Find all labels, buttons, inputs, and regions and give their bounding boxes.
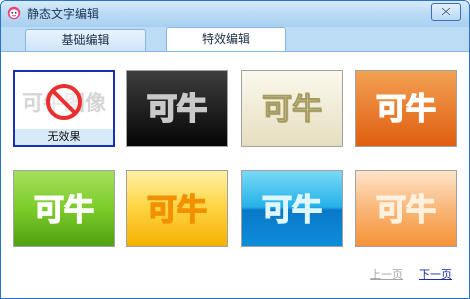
effect-thumb-orange-red[interactable]: 可牛 [355,70,457,147]
effect-thumb-yellow[interactable]: 可牛 [126,170,228,247]
green-preview: 可牛 [33,192,95,229]
effect-thumb-black[interactable]: 可牛 [126,70,228,147]
close-button[interactable] [431,3,461,21]
close-icon [441,7,451,16]
prev-page-link[interactable]: 上一页 [370,266,403,282]
effect-thumb-green[interactable]: 可牛 [13,170,115,247]
cream-preview-text: 可牛 [262,92,322,127]
prohibited-icon [46,84,82,120]
title-bar[interactable]: 静态文字编辑 [1,1,469,27]
tab-basic-edit[interactable]: 基础编辑 [25,29,146,51]
orange-red-preview: 可牛 [375,91,437,128]
dialog-window: 静态文字编辑 基础编辑 特效编辑 可牛图像 无效果 可牛 [0,0,470,299]
orange-red-preview-text: 可牛 [376,92,436,127]
next-page-link[interactable]: 下一页 [419,266,452,282]
peach-preview-text: 可牛 [376,193,436,228]
aqua-blue-preview: 可牛 [261,192,323,229]
yellow-preview-text: 可牛 [147,193,207,228]
cream-preview: 可牛 可牛 [262,92,324,129]
black-preview-text: 可牛 [147,92,207,127]
effect-thumb-aqua-blue[interactable]: 可牛 [241,170,343,247]
effects-panel: 可牛图像 无效果 可牛 可牛 可牛 可牛 [1,51,469,298]
no-effect-label: 无效果 [15,129,113,145]
app-logo-icon [7,6,21,20]
window-title: 静态文字编辑 [27,7,100,21]
effect-thumb-no-effect[interactable]: 可牛图像 无效果 [13,70,115,147]
tab-strip: 基础编辑 特效编辑 [1,27,469,52]
black-preview: 可牛 [146,91,208,128]
aqua-blue-preview-text: 可牛 [262,193,322,228]
effect-thumb-peach[interactable]: 可牛 [355,170,457,247]
green-preview-text: 可牛 [34,193,94,228]
yellow-preview: 可牛 [146,192,208,229]
tab-effect-edit[interactable]: 特效编辑 [166,27,286,52]
peach-preview: 可牛 [375,192,437,229]
effect-thumb-cream[interactable]: 可牛 可牛 [241,70,343,147]
